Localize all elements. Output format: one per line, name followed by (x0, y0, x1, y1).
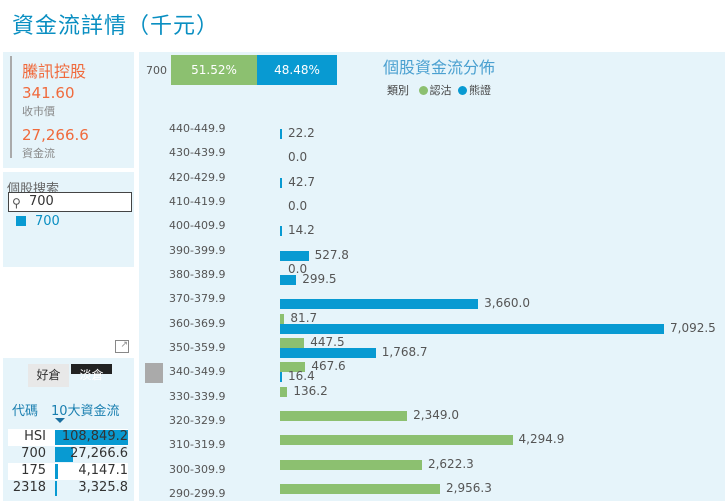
green-bar[interactable] (280, 386, 288, 397)
legend-dot-blue (458, 86, 467, 95)
stock-flow: 27,266.6 (22, 126, 89, 144)
blue-value-label: 7,092.5 (670, 320, 716, 335)
blue-value-label: 22.2 (288, 126, 315, 140)
row-code: 2318 (12, 480, 46, 495)
tab-long[interactable]: 好倉 (28, 364, 69, 387)
category-label: 440-449.9 (169, 122, 226, 135)
table-row[interactable]: 2318 3,325.8 (8, 480, 128, 497)
legend-dot-green (418, 86, 428, 95)
green-bar[interactable] (280, 313, 285, 324)
blue-bar[interactable] (280, 129, 282, 139)
blue-bar[interactable] (280, 372, 282, 383)
stock-search-panel: 個股搜索 700 ⚲ 700 (3, 172, 134, 267)
category-label: 330-339.9 (169, 389, 226, 403)
green-value-label: 447.5 (310, 334, 345, 349)
card-divider (10, 56, 12, 158)
row-flow-bar (55, 481, 58, 496)
category-label: 430-439.9 (169, 146, 226, 160)
green-value-label: 4,294.9 (518, 432, 565, 447)
green-bar[interactable] (280, 435, 513, 446)
search-result-item[interactable]: 700 (35, 214, 60, 229)
page-title: 資金流詳情（千元） (12, 14, 220, 39)
chart-legend: 類別 認沽 熊證 (387, 82, 491, 98)
row-flow-value: 108,849.2 (61, 429, 128, 444)
blue-value-label: 3,660.0 (484, 296, 530, 311)
category-label: 320-329.9 (169, 413, 226, 427)
blue-bar[interactable] (280, 250, 309, 261)
category-label: 420-429.9 (169, 170, 226, 184)
row-code: 700 (21, 446, 46, 461)
scroll-handle[interactable] (145, 363, 163, 383)
legend-title: 類別 (387, 84, 409, 97)
row-code: 175 (21, 463, 46, 478)
legend-bear[interactable]: 熊證 (469, 84, 491, 97)
blue-value-label: 16.4 (288, 369, 315, 384)
row-flow-value: 4,147.1 (78, 463, 128, 478)
row-flow-bar (55, 464, 58, 479)
flow-label: 資金流 (22, 147, 55, 160)
blue-bar[interactable] (280, 347, 376, 358)
top10-panel: 好倉 淡倉 代碼 10大資金流 HSI 108,849.2 700 27,266.6 1… (3, 358, 134, 501)
col-code-header[interactable]: 代碼 (12, 400, 38, 419)
split-blue: 48.48% (257, 55, 337, 85)
green-value-label: 2,349.0 (413, 407, 459, 422)
green-value-label: 136.2 (293, 383, 328, 398)
blue-value-label: 42.7 (288, 174, 316, 189)
category-label: 310-319.9 (169, 438, 226, 452)
category-label: 290-299.9 (169, 486, 226, 500)
blue-bar[interactable] (280, 299, 479, 310)
blue-value-label: 1,768.7 (381, 344, 428, 359)
category-label: 400-409.9 (169, 219, 226, 233)
category-label: 390-399.9 (169, 243, 226, 257)
col-flow-header[interactable]: 10大資金流 (51, 400, 120, 419)
search-icon: ⚲ (12, 196, 21, 210)
blue-value-label: 14.2 (288, 223, 315, 238)
category-label: 370-379.9 (169, 292, 226, 306)
result-swatch (16, 216, 26, 226)
tab-short[interactable]: 淡倉 (71, 364, 112, 382)
chart-title: 個股資金流分佈 (383, 58, 496, 77)
green-bar[interactable] (280, 483, 441, 494)
category-label: 410-419.9 (169, 194, 226, 208)
blue-bar[interactable] (280, 177, 283, 188)
row-code: HSI (24, 429, 46, 444)
stock-name: 騰訊控股 (22, 62, 87, 81)
category-label: 380-389.9 (169, 267, 226, 281)
category-label: 340-349.9 (169, 365, 226, 379)
sort-desc-icon (55, 418, 65, 423)
search-input[interactable]: 700 (8, 192, 132, 212)
category-label: 350-359.9 (169, 340, 226, 354)
category-label: 360-369.9 (169, 316, 226, 330)
stock-card: 騰訊控股 341.60 收市價 27,266.6 資金流 (3, 52, 134, 168)
table-row[interactable]: 700 27,266.6 (8, 446, 128, 463)
table-row[interactable]: HSI 108,849.2 (8, 429, 128, 446)
blue-value-label: 0.0 (288, 198, 308, 213)
legend-put[interactable]: 認沽 (430, 84, 452, 97)
blue-bar[interactable] (280, 323, 664, 334)
green-value-label: 2,622.3 (427, 456, 474, 471)
table-row[interactable]: 175 4,147.1 (8, 463, 128, 480)
blue-bar[interactable] (280, 226, 282, 237)
stock-price: 341.60 (22, 84, 75, 102)
blue-value-label: 527.8 (314, 247, 349, 262)
green-bar[interactable] (280, 337, 305, 348)
blue-value-label: 299.5 (302, 271, 337, 286)
split-green: 51.52% (171, 55, 257, 85)
price-label: 收市價 (22, 105, 55, 118)
category-label: 300-309.9 (169, 462, 226, 476)
green-bar[interactable] (280, 410, 408, 421)
row-flow-value: 3,325.8 (78, 480, 128, 495)
row-flow-value: 27,266.6 (70, 446, 128, 461)
blue-bar[interactable] (280, 274, 297, 285)
green-value-label: 2,956.3 (446, 480, 492, 495)
green-value-label: 467.6 (311, 359, 346, 374)
expand-icon[interactable]: ↗ (115, 340, 129, 353)
green-value-label: 81.7 (290, 310, 318, 325)
green-bar[interactable] (280, 459, 422, 470)
blue-value-label: 0.0 (288, 150, 308, 165)
chart-panel: 700 51.52% 48.48% 個股資金流分佈 類別 認沽 熊證 440-4… (139, 52, 725, 501)
split-label: 700 (146, 64, 167, 77)
